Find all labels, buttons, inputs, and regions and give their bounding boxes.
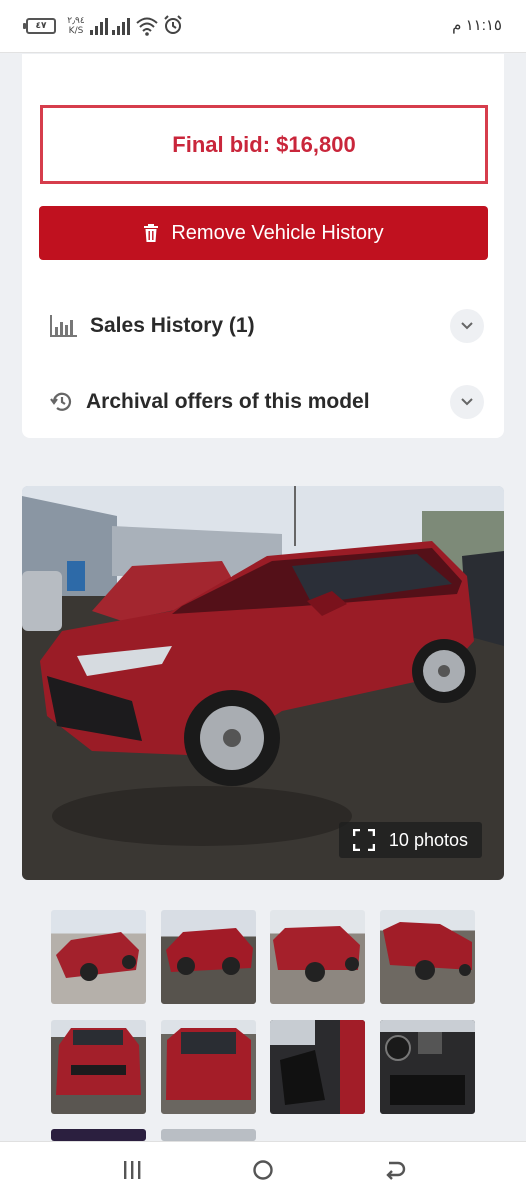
remove-vehicle-history-button[interactable]: Remove Vehicle History xyxy=(39,206,488,260)
battery-icon: ٤٧ xyxy=(23,18,56,34)
thumbnail[interactable] xyxy=(51,910,146,1004)
fullscreen-icon xyxy=(352,829,375,851)
network-speed-value: ٢٫٩٤ xyxy=(67,16,85,26)
final-bid-box: Final bid: $16,800 xyxy=(40,105,488,184)
wifi-icon xyxy=(136,17,158,36)
sales-history-label: Sales History (1) xyxy=(90,314,255,337)
back-icon[interactable] xyxy=(384,1159,406,1181)
photos-count-badge[interactable]: 10 photos xyxy=(338,822,482,858)
alarm-icon xyxy=(164,15,182,34)
thumbnail[interactable] xyxy=(380,910,475,1004)
thumbnail[interactable] xyxy=(270,910,365,1004)
sales-history-row[interactable]: Sales History (1) xyxy=(50,306,484,346)
battery-level: ٤٧ xyxy=(35,21,47,31)
archival-offers-expand[interactable] xyxy=(450,385,484,419)
recent-apps-icon[interactable] xyxy=(121,1159,143,1181)
bar-chart-icon xyxy=(50,315,77,337)
thumbnail[interactable] xyxy=(161,1020,256,1114)
history-icon xyxy=(50,392,72,411)
network-speed: ٢٫٩٤ K/S xyxy=(66,16,86,36)
final-bid-label: Final bid: $16,800 xyxy=(172,131,356,157)
remove-vehicle-history-label: Remove Vehicle History xyxy=(171,221,384,244)
archival-offers-row[interactable]: Archival offers of this model xyxy=(50,382,484,422)
chevron-down-icon xyxy=(461,322,473,330)
home-icon[interactable] xyxy=(252,1159,274,1181)
chevron-down-icon xyxy=(461,398,473,406)
status-time: ١١:١٥ م xyxy=(452,17,502,34)
archival-offers-label: Archival offers of this model xyxy=(86,390,370,413)
thumbnail[interactable] xyxy=(51,1129,146,1141)
thumbnail[interactable] xyxy=(161,1129,256,1141)
main-vehicle-photo[interactable]: 10 photos xyxy=(22,486,504,880)
network-speed-unit: K/S xyxy=(68,26,84,36)
thumbnail[interactable] xyxy=(51,1020,146,1114)
trash-icon xyxy=(144,224,159,242)
signal-icon xyxy=(112,17,132,35)
thumbnail[interactable] xyxy=(270,1020,365,1114)
thumbnail[interactable] xyxy=(161,910,256,1004)
photos-count-label: 10 photos xyxy=(388,829,468,850)
thumbnail[interactable] xyxy=(380,1020,475,1114)
system-nav-bar xyxy=(0,1141,526,1199)
status-bar: ٤٧ ٢٫٩٤ K/S ١١:١٥ م xyxy=(0,0,526,53)
vehicle-image xyxy=(22,486,504,880)
signal-icon xyxy=(90,17,110,35)
sales-history-expand[interactable] xyxy=(450,309,484,343)
